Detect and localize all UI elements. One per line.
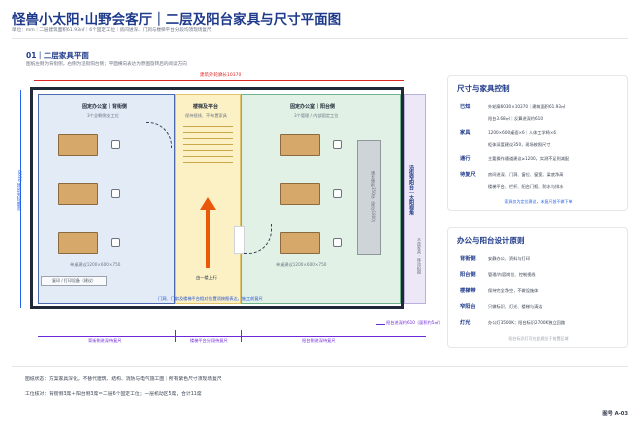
bottom-dim-right-label: 阳台侧进深待复尺	[302, 338, 336, 343]
bottom-dimension-tick	[241, 330, 242, 342]
spec-row-key: 待复尺	[460, 172, 476, 178]
zone-right-title: 固定办公室｜阳台侧	[290, 104, 336, 110]
bottom-dim-left-label: 背街侧进深待复尺	[88, 338, 122, 343]
spec-row-value: 阳台3.68㎡｜反算进深约610	[488, 116, 544, 121]
printer-area-note: 复印 / 打印设备（建议）	[41, 276, 107, 286]
bottom-dimension-line	[38, 336, 426, 337]
page-title: 怪兽小太阳·山野会客厅｜二层及阳台家具与尺寸平面图	[12, 12, 342, 28]
stair-tread	[183, 150, 233, 151]
spec-card-note: 家具仅为定位建议，未复尺前不做下单	[504, 199, 573, 204]
principle-row-value: 只做标识、灯光、楼梯与清洁	[488, 304, 543, 309]
principle-row-key: 窄阳台	[460, 304, 476, 310]
zone-mid-title: 楼梯及平台	[193, 104, 219, 110]
footer-status: 图纸状态：方案家具深化，不替代建筑、结构、消防与电气施工图｜所有紫色尺寸须现场复…	[25, 377, 222, 382]
spec-row-value: 楼梯平台、栏杆、阳台门框、防水与排水	[488, 184, 564, 189]
stair-tread	[183, 144, 233, 145]
spec-row-value: 外轮廓6030×10370｜建筑面积61.93㎡	[488, 104, 566, 109]
office-chair	[111, 238, 120, 247]
spec-row-key: 家具	[460, 130, 471, 136]
principle-row-key: 阳台侧	[460, 272, 476, 278]
section-heading: 01｜二层家具平面	[26, 51, 89, 60]
balcony-label: 沿街窄阳台｜太阳视角	[408, 165, 414, 215]
overall-length-label: 建筑外轮廓长10370	[200, 73, 242, 78]
section-description: 图纸左侧为背街侧，右侧为沿街阳台侧；平面横向表达为原图旋转后的阅读方向	[26, 62, 187, 67]
desk-size-note-left: 单桌建议1200×600×750	[70, 262, 121, 267]
spec-row-value: 主要操作通道建议≥1200，实测不足则减配	[488, 156, 570, 161]
principles-card-note: 阳台标识灯可在此规位于前置区域	[508, 336, 569, 341]
zone-right-subtitle: 3个管理 / 内部固定工位	[294, 113, 339, 118]
principle-row-value: 办公灯3500K；阳台标识2700K独立回路	[488, 320, 566, 325]
bottom-dimension-tick	[175, 330, 176, 342]
footer-divider	[12, 366, 628, 367]
stair-tread	[183, 162, 233, 163]
office-chair	[333, 189, 342, 198]
desk-size-note-right: 单桌建议1200×600×750	[276, 262, 327, 267]
page-number: 图号 A-03	[602, 411, 628, 417]
spec-row-key: 已知	[460, 104, 471, 110]
bottom-dim-mid-label: 楼梯平台分段待复尺	[190, 338, 228, 343]
page-subtitle: 单位：mm｜二层建筑面积61.93㎡｜6个固定工位｜房间进深、门洞与楼梯平台分段…	[12, 28, 212, 33]
stair-direction-label: 由一楼上行	[196, 275, 217, 280]
balcony-depth-label: 阳台进深约610（面积约5㎡）	[385, 320, 444, 326]
access-note: 门洞、门扇及楼梯平台相对位置须按图表达，施工前复尺	[158, 296, 263, 301]
left-width-label: 6030 建筑外轮廓宽	[16, 170, 21, 211]
header-divider	[12, 38, 628, 39]
overall-length-dimension-line	[34, 80, 404, 81]
principle-row-value: 安静办公、资料与打印	[488, 256, 530, 261]
desk	[280, 232, 320, 254]
zone-mid-subtitle: 保持视线、不布置家具	[185, 113, 227, 118]
principle-row-key: 灯光	[460, 320, 471, 326]
balcony-sublabel: 不放家具 · 移动拍摄	[417, 238, 422, 274]
office-chair	[111, 189, 120, 198]
desk	[58, 134, 98, 156]
principle-row-value: 保持完全净空，不做设施体	[488, 288, 539, 293]
spec-row-value: 房间进深、门洞、窗位、窗宽、梁底净高	[488, 172, 564, 177]
zone-left-title: 固定办公室｜背街侧	[82, 104, 128, 110]
principle-row-key: 楼梯带	[460, 288, 476, 294]
principles-card: 办公与阳台设计原则 背街侧 安静办公、资料与打印 阳台侧 管理/内容岗位、控制视…	[447, 227, 628, 348]
low-cabinet-label: 通长矮柜350深（建议1800）	[371, 170, 376, 225]
spec-card-title: 尺寸与家具控制	[457, 84, 510, 93]
stair-up-arrow-shaft	[206, 208, 210, 268]
stair-tread	[183, 138, 233, 139]
spec-card: 尺寸与家具控制 已知 外轮廓6030×10370｜建筑面积61.93㎡ 阳台3.…	[447, 75, 628, 211]
office-chair	[333, 140, 342, 149]
stair-tread	[183, 126, 233, 127]
office-chair	[333, 238, 342, 247]
spec-row-value: 1200×600桌面×6｜人体工学椅×6	[488, 130, 557, 135]
stair-tread	[183, 132, 233, 133]
desk	[58, 232, 98, 254]
zone-left-subtitle: 3个全朝侧支工位	[87, 113, 119, 118]
principle-row-key: 背街侧	[460, 256, 476, 262]
principle-row-value: 管理/内容岗位、控制视线	[488, 272, 536, 277]
desk	[280, 183, 320, 205]
spec-row-key: 通行	[460, 156, 471, 162]
office-chair	[111, 140, 120, 149]
desk	[58, 183, 98, 205]
stair-tread	[183, 156, 233, 157]
footer-workstation-check: 工位核对：背街侧3席＋阳台侧3席＝二层6个固定工位；一层机动区5席，合计11席	[25, 392, 202, 397]
desk	[280, 134, 320, 156]
principles-card-title: 办公与阳台设计原则	[457, 236, 525, 245]
spec-row-value: 柜体深度建议350，现场按照尺寸	[488, 142, 551, 147]
